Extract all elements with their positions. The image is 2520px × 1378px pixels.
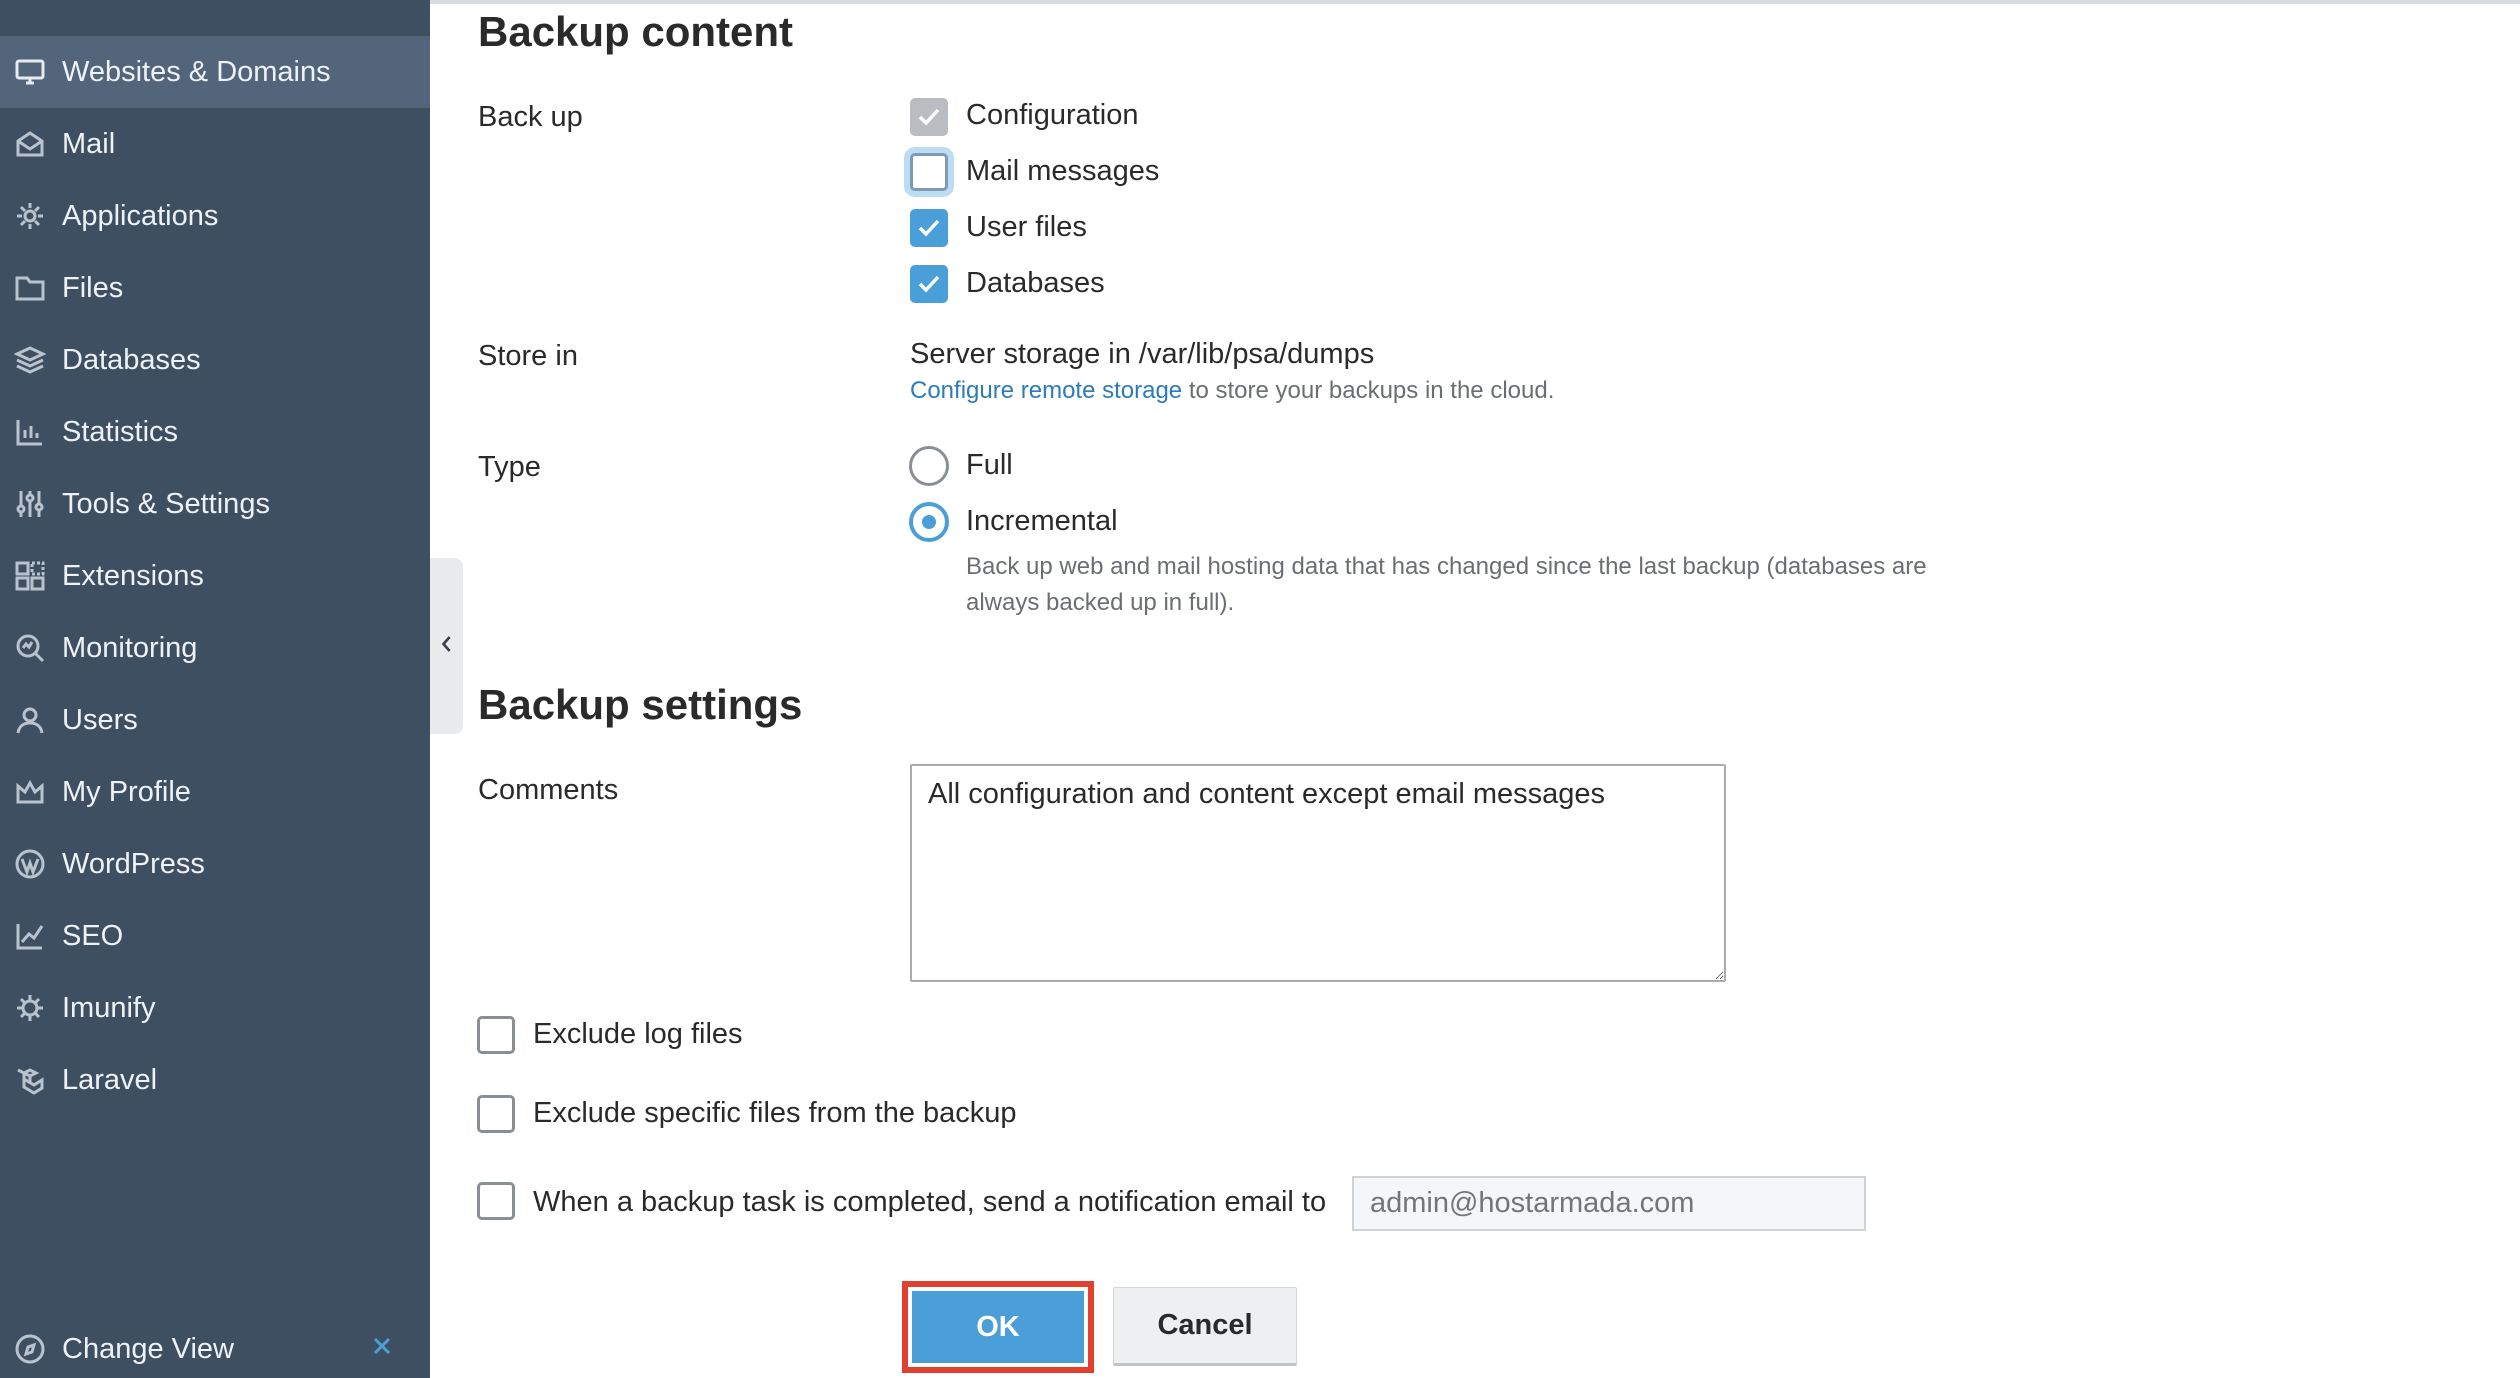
sidebar-item-label: Applications xyxy=(62,200,219,232)
sidebar: Websites & Domains Mail Applications Fil… xyxy=(0,0,430,1378)
databases-checkbox[interactable] xyxy=(910,265,948,303)
monitor-icon xyxy=(14,56,46,88)
imunify-icon xyxy=(14,992,46,1024)
bar-chart-icon xyxy=(14,416,46,448)
incremental-hint-line2: always backed up in full). xyxy=(966,589,1235,616)
store-in-value: Server storage in /var/lib/psa/dumps xyxy=(910,338,1375,370)
sidebar-item-my-profile[interactable]: My Profile xyxy=(0,756,430,828)
top-divider xyxy=(430,0,2520,4)
sliders-icon xyxy=(14,488,46,520)
close-icon[interactable] xyxy=(368,1332,396,1360)
comments-label: Comments xyxy=(478,774,619,806)
compass-icon xyxy=(14,1333,46,1365)
notification-email-checkbox[interactable] xyxy=(477,1182,515,1220)
layers-icon xyxy=(13,344,47,376)
notification-email-label[interactable]: When a backup task is completed, send a … xyxy=(533,1186,1326,1219)
exclude-specific-files-label[interactable]: Exclude specific files from the backup xyxy=(533,1097,1017,1130)
crown-icon xyxy=(14,776,46,808)
sidebar-item-label: My Profile xyxy=(62,776,191,808)
exclude-log-files-label[interactable]: Exclude log files xyxy=(533,1018,743,1051)
sidebar-item-label: Tools & Settings xyxy=(62,488,270,520)
configure-remote-storage-link[interactable]: Configure remote storage xyxy=(910,377,1182,404)
type-label: Type xyxy=(478,451,541,483)
sidebar-item-imunify[interactable]: Imunify xyxy=(0,972,430,1044)
sidebar-item-wordpress[interactable]: WordPress xyxy=(0,828,430,900)
sidebar-item-label: Mail xyxy=(62,128,116,160)
incremental-label[interactable]: Incremental xyxy=(966,505,1118,538)
sidebar-item-label: WordPress xyxy=(62,848,205,880)
mail-icon xyxy=(14,128,46,160)
backup-content-title: Backup content xyxy=(478,8,794,55)
wordpress-icon xyxy=(14,848,46,880)
folder-icon xyxy=(14,272,46,304)
mail-messages-label[interactable]: Mail messages xyxy=(966,155,1159,188)
monitoring-icon xyxy=(14,632,46,664)
gear-icon xyxy=(14,200,46,232)
sidebar-item-mail[interactable]: Mail xyxy=(0,108,430,180)
sidebar-item-websites-domains[interactable]: Websites & Domains xyxy=(0,36,430,108)
cancel-button[interactable]: Cancel xyxy=(1113,1287,1297,1366)
sidebar-item-label: Imunify xyxy=(62,992,156,1024)
sidebar-item-tools-settings[interactable]: Tools & Settings xyxy=(0,468,430,540)
comments-textarea[interactable]: All configuration and content except ema… xyxy=(910,764,1726,982)
sidebar-item-files[interactable]: Files xyxy=(0,252,430,324)
extensions-icon xyxy=(14,560,46,592)
sidebar-item-label: Files xyxy=(62,272,124,304)
databases-label[interactable]: Databases xyxy=(966,267,1105,300)
remote-storage-hint-suffix: to store your backups in the cloud. xyxy=(1182,377,1555,404)
change-view-label: Change View xyxy=(62,1333,234,1365)
incremental-hint-line1: Back up web and mail hosting data that h… xyxy=(966,553,1927,580)
sidebar-item-label: Users xyxy=(62,704,138,736)
exclude-log-files-checkbox[interactable] xyxy=(477,1016,515,1054)
change-view-button[interactable]: Change View xyxy=(0,1313,430,1378)
sidebar-item-label: Databases xyxy=(62,344,201,376)
sidebar-item-label: SEO xyxy=(62,920,124,952)
sidebar-item-label: Laravel xyxy=(62,1064,158,1096)
configuration-label: Configuration xyxy=(966,99,1139,131)
sidebar-item-label: Statistics xyxy=(62,416,179,448)
sidebar-item-label: Extensions xyxy=(62,560,204,592)
ok-button[interactable]: OK xyxy=(912,1291,1084,1363)
exclude-specific-files-checkbox[interactable] xyxy=(477,1095,515,1133)
laravel-icon xyxy=(14,1064,46,1096)
user-icon xyxy=(14,704,46,736)
backup-settings-title: Backup settings xyxy=(478,681,803,728)
notification-email-input[interactable] xyxy=(1352,1176,1866,1231)
full-radio[interactable] xyxy=(909,446,949,486)
remote-storage-hint: Configure remote storage to store your b… xyxy=(910,373,1554,409)
back-up-label: Back up xyxy=(478,101,583,133)
main-content: Backup content Back up Configuration Mai… xyxy=(430,0,2520,1378)
sidebar-item-extensions[interactable]: Extensions xyxy=(0,540,430,612)
sidebar-item-statistics[interactable]: Statistics xyxy=(0,396,430,468)
sidebar-item-label: Monitoring xyxy=(62,632,198,664)
full-label[interactable]: Full xyxy=(966,449,1013,482)
store-in-label: Store in xyxy=(478,340,578,372)
mail-messages-checkbox[interactable] xyxy=(910,153,948,191)
seo-icon xyxy=(14,920,46,952)
sidebar-item-applications[interactable]: Applications xyxy=(0,180,430,252)
sidebar-item-laravel[interactable]: Laravel xyxy=(0,1044,430,1116)
incremental-radio[interactable] xyxy=(909,502,949,542)
sidebar-item-users[interactable]: Users xyxy=(0,684,430,756)
user-files-label[interactable]: User files xyxy=(966,211,1087,244)
sidebar-item-databases[interactable]: Databases xyxy=(0,324,430,396)
sidebar-item-seo[interactable]: SEO xyxy=(0,900,430,972)
sidebar-item-monitoring[interactable]: Monitoring xyxy=(0,612,430,684)
configuration-checkbox xyxy=(910,98,948,136)
sidebar-item-label: Websites & Domains xyxy=(62,56,331,88)
user-files-checkbox[interactable] xyxy=(910,209,948,247)
